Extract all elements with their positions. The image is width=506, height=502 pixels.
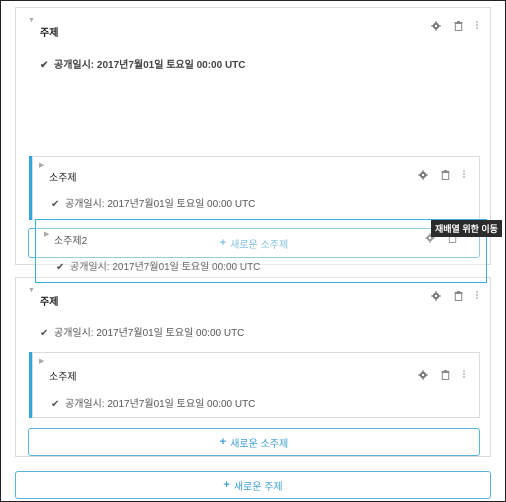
drag-handle-icon[interactable] bbox=[476, 290, 480, 302]
add-topic-button[interactable]: + 새로운 주제 bbox=[15, 471, 491, 499]
release-date-row: ✔ 공개일시: 2017년7월01일 토요일 00:00 UTC bbox=[51, 195, 255, 210]
drag-handle-icon[interactable] bbox=[463, 169, 467, 181]
topic-title[interactable]: 주제 bbox=[40, 293, 58, 308]
settings-icon[interactable] bbox=[430, 20, 442, 32]
settings-icon[interactable] bbox=[417, 169, 429, 181]
subtopic-card: ▶ 소주제 ✔ 공개일시: 2017년7월01일 토요일 00:00 UTC bbox=[32, 156, 480, 220]
release-date-row: ✔ 공개일시: 2017년7월01일 토요일 00:00 UTC bbox=[51, 395, 255, 410]
dragged-subtopic-card[interactable]: ▶ 소주제2 ✔ 공개일시: 2017년7월01일 토요일 00:00 UTC bbox=[35, 219, 487, 283]
collapse-caret-icon: ▶ bbox=[44, 231, 50, 238]
topic-title[interactable]: 주제 bbox=[40, 24, 58, 39]
release-date-text: 공개일시: 2017년7월01일 토요일 00:00 UTC bbox=[70, 262, 261, 273]
add-subtopic-button[interactable]: + 새로운 소주제 bbox=[28, 428, 480, 456]
trash-icon[interactable] bbox=[452, 20, 464, 32]
collapse-caret-icon[interactable]: ▼ bbox=[28, 17, 35, 24]
check-icon: ✔ bbox=[51, 399, 60, 410]
trash-icon[interactable] bbox=[439, 169, 451, 181]
release-date-text: 공개일시: 2017년7월01일 토요일 00:00 UTC bbox=[65, 399, 256, 410]
plus-icon: + bbox=[219, 436, 227, 448]
release-date-row: ✔ 공개일시: 2017년7월01일 토요일 00:00 UTC bbox=[40, 56, 246, 71]
reorder-tooltip: 재배열 위한 이동 bbox=[431, 220, 502, 237]
settings-icon[interactable] bbox=[430, 290, 442, 302]
outline-panel: ▼ 주제 ✔ 공개일시: 2017년7월01일 토요일 00:00 UTC ▶ 소… bbox=[0, 0, 506, 502]
trash-icon[interactable] bbox=[452, 290, 464, 302]
subtopic-card: ▶ 소주제 ✔ 공개일시: 2017년7월01일 토요일 00:00 UTC bbox=[32, 352, 480, 418]
trash-icon[interactable] bbox=[439, 369, 451, 381]
subtopic-title[interactable]: 소주제 bbox=[49, 169, 77, 184]
release-date-row: ✔ 공개일시: 2017년7월01일 토요일 00:00 UTC bbox=[40, 324, 244, 339]
check-icon: ✔ bbox=[40, 60, 49, 71]
release-date-text: 공개일시: 2017년7월01일 토요일 00:00 UTC bbox=[54, 328, 245, 339]
collapse-caret-icon[interactable]: ▼ bbox=[28, 287, 35, 294]
drag-handle-icon[interactable] bbox=[463, 369, 467, 381]
add-topic-label: 새로운 주제 bbox=[233, 481, 283, 493]
release-date-text: 공개일시: 2017년7월01일 토요일 00:00 UTC bbox=[65, 199, 256, 210]
check-icon: ✔ bbox=[40, 328, 49, 339]
add-subtopic-label: 새로운 소주제 bbox=[230, 438, 289, 450]
release-date-row: ✔ 공개일시: 2017년7월01일 토요일 00:00 UTC bbox=[56, 258, 260, 273]
drag-handle-icon[interactable] bbox=[476, 20, 480, 32]
check-icon: ✔ bbox=[51, 199, 60, 210]
check-icon: ✔ bbox=[56, 262, 65, 273]
collapse-caret-icon[interactable]: ▶ bbox=[39, 161, 44, 169]
settings-icon[interactable] bbox=[417, 369, 429, 381]
release-date-text: 공개일시: 2017년7월01일 토요일 00:00 UTC bbox=[54, 60, 246, 71]
plus-icon: + bbox=[223, 479, 230, 491]
topic-card: ▼ 주제 ✔ 공개일시: 2017년7월01일 토요일 00:00 UTC ▶ 소… bbox=[15, 277, 491, 457]
subtopic-title[interactable]: 소주제 bbox=[49, 368, 77, 383]
dragged-subtopic-title: 소주제2 bbox=[54, 236, 88, 247]
collapse-caret-icon[interactable]: ▶ bbox=[39, 357, 44, 365]
